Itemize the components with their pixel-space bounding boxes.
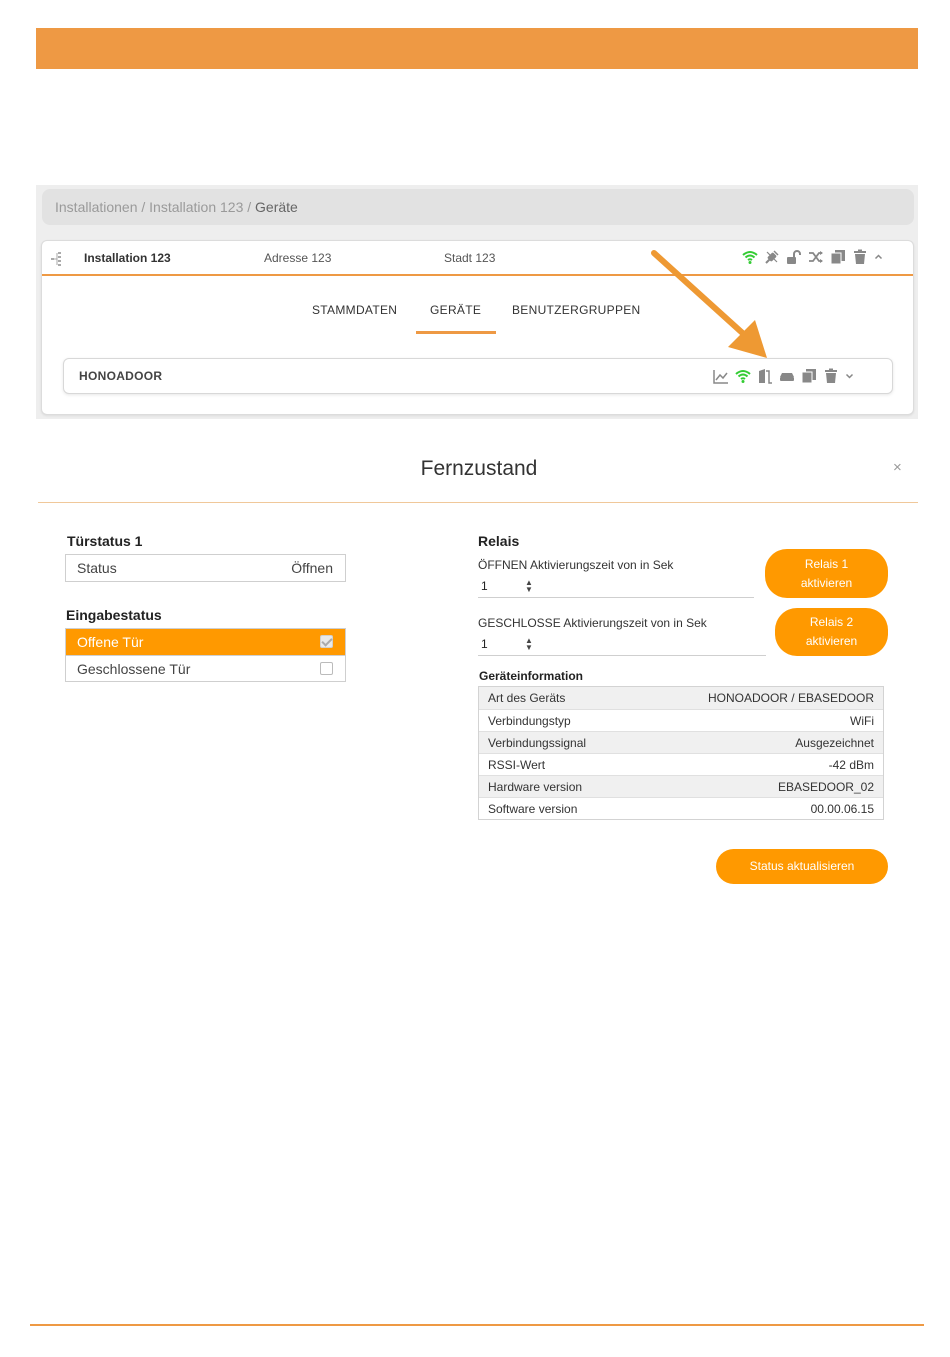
door-status-row: Status Öffnen (66, 555, 345, 581)
installation-header[interactable]: Installation 123 Adresse 123 Stadt 123 (42, 241, 913, 276)
relay1-activate-button[interactable]: Relais 1 aktivieren (765, 549, 888, 598)
breadcrumb: Installationen / Installation 123 / Gerä… (42, 189, 914, 225)
device-name: HONOADOOR (79, 369, 163, 383)
table-row: Art des Geräts HONOADOOR / EBASEDOOR (479, 687, 883, 709)
info-label: Verbindungssignal (488, 736, 587, 750)
header-bar (36, 28, 918, 69)
tab-benutzergruppen[interactable]: BENUTZERGRUPPEN (512, 303, 641, 317)
table-row: Verbindungstyp WiFi (479, 709, 883, 731)
input-label-closed-door: Geschlossene Tür (77, 661, 191, 677)
relay1-label-line1: Relais 1 (804, 556, 849, 571)
relay1-label-line2: aktivieren (800, 575, 853, 590)
installation-address: Adresse 123 (264, 251, 332, 265)
stepper-icon[interactable]: ▲ ▼ (525, 637, 533, 652)
copy-icon[interactable] (830, 249, 846, 265)
hdd-icon[interactable] (779, 368, 795, 384)
door-status-heading: Türstatus 1 (67, 533, 143, 549)
installation-screenshot: Installationen / Installation 123 / Gerä… (36, 185, 918, 419)
tab-stammdaten[interactable]: STAMMDATEN (312, 303, 397, 317)
open-time-input[interactable]: 1 ▲ ▼ (478, 575, 754, 598)
device-info-table: Art des Geräts HONOADOOR / EBASEDOOR Verb… (478, 686, 884, 820)
info-label: Art des Geräts (488, 691, 566, 705)
sitemap-icon (51, 252, 61, 266)
tab-bar: STAMMDATEN GERÄTE BENUTZERGRUPPEN (42, 303, 913, 335)
input-label-open-door: Offene Tür (77, 634, 144, 650)
info-value: 00.00.06.15 (810, 802, 874, 816)
info-value: WiFi (850, 714, 874, 728)
chevron-up-icon[interactable] (874, 249, 886, 265)
chevron-down-icon[interactable] (845, 368, 857, 384)
info-label: RSSI-Wert (488, 758, 546, 772)
info-value: HONOADOOR / EBASEDOOR (707, 691, 874, 705)
door-status-label: Status (77, 560, 117, 576)
shuffle-icon[interactable] (808, 249, 824, 265)
installation-actions (742, 249, 886, 265)
device-actions (713, 368, 857, 384)
active-tab-indicator (416, 331, 496, 334)
refresh-status-button[interactable]: Status aktualisieren (716, 849, 888, 884)
door-status-table: Status Öffnen (65, 554, 346, 582)
stepper-icon[interactable]: ▲ ▼ (525, 579, 533, 594)
relay2-label-line1: Relais 2 (809, 615, 854, 629)
input-row-open-door: Offene Tür (66, 629, 345, 655)
info-value: EBASEDOOR_02 (777, 780, 874, 794)
table-row: Verbindungssignal Ausgezeichnet (479, 731, 883, 753)
info-label: Software version (488, 802, 578, 816)
info-value: -42 dBm (828, 758, 874, 772)
modal-divider (38, 502, 918, 503)
input-status-heading: Eingabestatus (66, 607, 162, 623)
close-time-input[interactable]: 1 ▲ ▼ (478, 633, 766, 656)
door-status-value: Öffnen (291, 560, 333, 576)
relay-heading: Relais (478, 533, 520, 549)
open-time-label: ÖFFNEN Aktivierungszeit von in Sek (478, 558, 674, 572)
close-time-value: 1 (481, 637, 488, 651)
footer-rule (30, 1324, 924, 1326)
info-value: Ausgezeichnet (795, 736, 874, 750)
relay2-label-line2: aktivieren (805, 634, 858, 648)
chart-icon[interactable] (713, 368, 729, 384)
close-icon[interactable]: × (893, 459, 902, 476)
breadcrumb-current: Geräte (255, 199, 298, 215)
open-time-value: 1 (481, 579, 488, 593)
table-row: Hardware version EBASEDOOR_02 (479, 775, 883, 797)
unlock-icon[interactable] (786, 249, 802, 265)
tab-geraete[interactable]: GERÄTE (430, 303, 481, 317)
installation-card: Installation 123 Adresse 123 Stadt 123 S… (41, 240, 914, 415)
breadcrumb-path[interactable]: Installationen / Installation 123 / (55, 199, 255, 215)
trash-icon[interactable] (852, 249, 868, 265)
input-row-closed-door: Geschlossene Tür (66, 655, 345, 681)
wifi-icon[interactable] (742, 249, 758, 265)
device-card[interactable]: HONOADOOR (63, 358, 893, 394)
info-label: Verbindungstyp (488, 714, 571, 728)
table-row: RSSI-Wert -42 dBm (479, 753, 883, 775)
modal-title: Fernzustand (420, 457, 538, 480)
installation-name: Installation 123 (84, 251, 171, 265)
close-time-label: GESCHLOSSE Aktivierungszeit von in Sek (478, 616, 707, 630)
installation-city: Stadt 123 (444, 251, 496, 265)
wifi-icon[interactable] (735, 368, 751, 384)
plug-icon[interactable] (764, 249, 780, 265)
device-info-heading: Geräteinformation (479, 669, 584, 683)
open-door-checkbox[interactable] (320, 635, 333, 648)
trash-icon[interactable] (823, 368, 839, 384)
input-status-table: Offene Tür Geschlossene Tür (65, 628, 346, 682)
closed-door-checkbox[interactable] (320, 662, 333, 675)
relay2-activate-button[interactable]: Relais 2 aktivieren (775, 608, 888, 656)
info-label: Hardware version (488, 780, 583, 794)
door-icon[interactable] (757, 368, 773, 384)
copy-icon[interactable] (801, 368, 817, 384)
table-row: Software version 00.00.06.15 (479, 797, 883, 819)
